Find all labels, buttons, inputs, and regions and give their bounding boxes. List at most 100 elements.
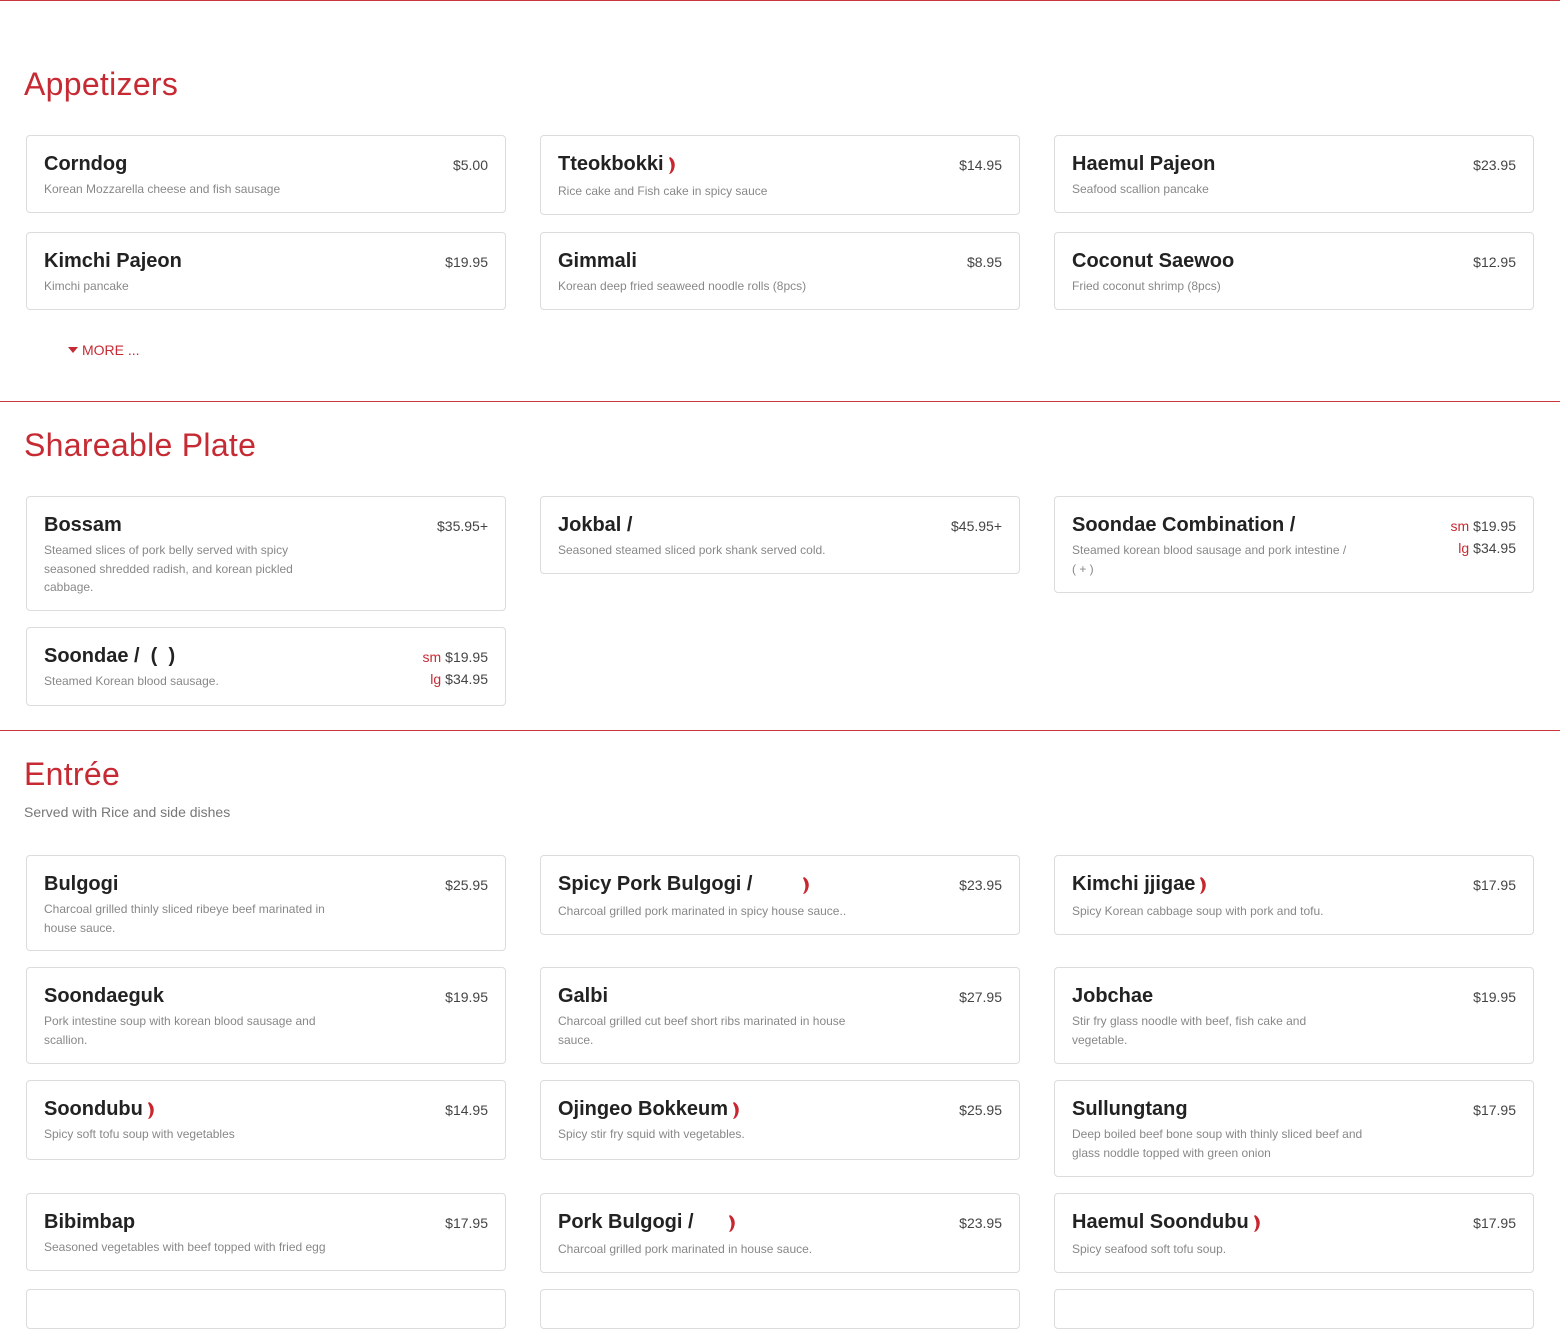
section-title-appetizers: Appetizers <box>24 66 179 102</box>
menu-item-desc: Pork intestine soup with korean blood sa… <box>44 1014 316 1047</box>
menu-item-card[interactable]: Soondaeguk $19.95 Pork intestine soup wi… <box>26 967 506 1064</box>
menu-item-price: $12.95 <box>1473 254 1516 270</box>
menu-item-price: $23.95 <box>959 877 1002 893</box>
menu-item-name: Jobchae <box>1072 985 1154 1007</box>
menu-item-card[interactable]: Bibimbap $17.95 Seasoned vegetables with… <box>26 1193 506 1271</box>
menu-item-desc: Charcoal grilled pork marinated in spicy… <box>558 904 847 918</box>
menu-item-price: $5.00 <box>452 157 488 173</box>
menu-item-desc: Spicy soft tofu soup with vegetables <box>44 1127 235 1141</box>
menu-item-price: $8.95 <box>966 254 1002 270</box>
chili-pepper-icon <box>147 1102 154 1119</box>
menu-item-name: Pork Bulgogi / <box>558 1211 694 1233</box>
section-title-entree: Entrée <box>24 756 121 792</box>
menu-item-price: $19.95 <box>445 989 488 1005</box>
menu-item-price: $17.95 <box>1473 877 1516 893</box>
menu-item-name-wrap: Soondubu <box>44 1098 157 1121</box>
menu-item-name: Soondae / ( ) <box>44 645 176 667</box>
menu-item-desc: Seafood scallion pancake <box>1072 182 1209 196</box>
menu-item-name: Kimchi Pajeon <box>44 250 182 272</box>
menu-item-card[interactable]: Ojingeo Bokkeum $25.95 Spicy stir fry sq… <box>540 1080 1020 1160</box>
menu-item-card[interactable]: Pork Bulgogi / $23.95 Charcoal grilled p… <box>540 1193 1020 1273</box>
menu-item-name-wrap: Spicy Pork Bulgogi / <box>558 873 812 896</box>
menu-item-card[interactable] <box>26 1289 506 1329</box>
chili-pepper-icon <box>733 1102 739 1119</box>
menu-item-name-wrap: Kimchi jjigae <box>1072 873 1209 896</box>
chili-pepper-icon <box>1253 1215 1260 1232</box>
menu-item-desc: Steamed korean blood sausage and pork in… <box>1072 543 1347 576</box>
menu-item-desc: Korean Mozzarella cheese and fish sausag… <box>44 182 281 196</box>
menu-item-card[interactable] <box>540 1289 1020 1329</box>
menu-item-card[interactable]: Kimchi jjigae $17.95 Spicy Korean cabbag… <box>1054 855 1534 935</box>
menu-item-card[interactable] <box>1054 1289 1534 1329</box>
menu-item-card[interactable]: Haemul Soondubu $17.95 Spicy seafood sof… <box>1054 1193 1534 1273</box>
menu-item-price: $19.95 <box>445 649 488 665</box>
menu-item-name: Soondae Combination / <box>1072 514 1296 536</box>
menu-item-card[interactable]: Soondubu $14.95 Spicy soft tofu soup wit… <box>26 1080 506 1160</box>
menu-item-desc: Steamed Korean blood sausage. <box>44 674 219 688</box>
menu-item-price: $19.95 <box>1473 989 1516 1005</box>
menu-item-card[interactable]: Soondae Combination / sm $19.95 lg $34.95 … <box>1054 496 1534 593</box>
menu-item-desc: Charcoal grilled pork marinated in house… <box>558 1242 813 1256</box>
menu-item-price: $17.95 <box>445 1215 488 1231</box>
menu-item-price: $17.95 <box>1473 1215 1516 1231</box>
menu-item-desc: Deep boiled beef bone soup with thinly s… <box>1072 1127 1363 1160</box>
menu-item-desc: Spicy seafood soft tofu soup. <box>1072 1242 1227 1256</box>
menu-item-price: $14.95 <box>959 157 1002 173</box>
menu-item-desc: Stir fry glass noodle with beef, fish ca… <box>1072 1014 1307 1047</box>
menu-item-desc: Steamed slices of pork belly served with… <box>44 543 293 594</box>
menu-item-card[interactable]: Gimmali $8.95 Korean deep fried seaweed … <box>540 232 1020 310</box>
chili-pepper-icon <box>728 1215 735 1232</box>
menu-item-price: $27.95 <box>959 989 1002 1005</box>
menu-item-price: $35.95+ <box>437 518 488 534</box>
menu-item-card[interactable]: Kimchi Pajeon $19.95 Kimchi pancake <box>26 232 506 310</box>
menu-item-desc: Fried coconut shrimp (8pcs) <box>1072 279 1221 293</box>
section-divider <box>0 401 1560 402</box>
menu-item-price: $34.95 <box>445 671 488 687</box>
menu-item-card[interactable]: Galbi $27.95 Charcoal grilled cut beef s… <box>540 967 1020 1064</box>
menu-item-price: $14.95 <box>445 1102 488 1118</box>
menu-item-desc: Charcoal grilled cut beef short ribs mar… <box>558 1014 846 1047</box>
size-label: lg <box>1458 540 1470 556</box>
menu-item-price: $19.95 <box>445 254 488 270</box>
price-row-large: lg $34.95 <box>423 668 488 690</box>
price-row-small: sm $19.95 <box>423 646 489 668</box>
menu-item-card[interactable]: Soondae / ( ) sm $19.95 lg $34.95 Steamed … <box>26 627 506 706</box>
top-divider <box>0 0 1560 1</box>
menu-item-card[interactable]: Corndog $5.00 Korean Mozzarella cheese a… <box>26 135 506 213</box>
more-button[interactable]: MORE ... <box>68 342 140 358</box>
menu-item-desc: Seasoned steamed sliced pork shank serve… <box>558 543 826 557</box>
menu-item-card[interactable]: Haemul Pajeon $23.95 Seafood scallion pa… <box>1054 135 1534 213</box>
menu-item-desc: Rice cake and Fish cake in spicy sauce <box>558 184 768 198</box>
menu-item-price: $19.95 <box>1473 518 1516 534</box>
menu-item-card[interactable]: Bulgogi $25.95 Charcoal grilled thinly s… <box>26 855 506 951</box>
chili-pepper-icon <box>1200 877 1207 894</box>
price-row-small: sm $19.95 <box>1451 515 1517 537</box>
menu-item-card[interactable]: Bossam $35.95+ Steamed slices of pork be… <box>26 496 506 611</box>
menu-item-card[interactable]: Spicy Pork Bulgogi / $23.95 Charcoal gri… <box>540 855 1020 935</box>
menu-item-card[interactable]: Tteokbokki $14.95 Rice cake and Fish cak… <box>540 135 1020 215</box>
menu-item-name: Kimchi jjigae <box>1072 873 1196 895</box>
menu-item-name: Gimmali <box>558 250 637 272</box>
menu-item-name: Bulgogi <box>44 873 119 895</box>
menu-item-name: Ojingeo Bokkeum <box>558 1098 729 1120</box>
size-label: sm <box>422 649 442 665</box>
menu-item-card[interactable]: Sullungtang $17.95 Deep boiled beef bone… <box>1054 1080 1534 1177</box>
menu-item-name: Coconut Saewoo <box>1072 250 1235 272</box>
menu-item-name: Spicy Pork Bulgogi / <box>558 873 753 895</box>
menu-item-desc: Spicy stir fry squid with vegetables. <box>558 1127 745 1141</box>
menu-item-desc: Korean deep fried seaweed noodle rolls (… <box>558 279 807 293</box>
menu-item-card[interactable]: Coconut Saewoo $12.95 Fried coconut shri… <box>1054 232 1534 310</box>
menu-item-name: Haemul Soondubu <box>1072 1211 1249 1233</box>
menu-item-card[interactable]: Jokbal / $45.95+ Seasoned steamed sliced… <box>540 496 1020 574</box>
menu-item-name: Tteokbokki <box>558 153 664 175</box>
menu-item-card[interactable]: Jobchae $19.95 Stir fry glass noodle wit… <box>1054 967 1534 1064</box>
menu-item-price: $34.95 <box>1473 540 1516 556</box>
more-label: MORE ... <box>82 342 140 358</box>
chili-pepper-icon <box>668 157 675 174</box>
menu-item-price: $25.95 <box>959 1102 1002 1118</box>
menu-item-name: Sullungtang <box>1072 1098 1188 1120</box>
price-row-large: lg $34.95 <box>1451 537 1516 559</box>
size-label: sm <box>1450 518 1470 534</box>
chili-pepper-icon <box>803 877 810 894</box>
menu-item-desc: Kimchi pancake <box>44 279 129 293</box>
